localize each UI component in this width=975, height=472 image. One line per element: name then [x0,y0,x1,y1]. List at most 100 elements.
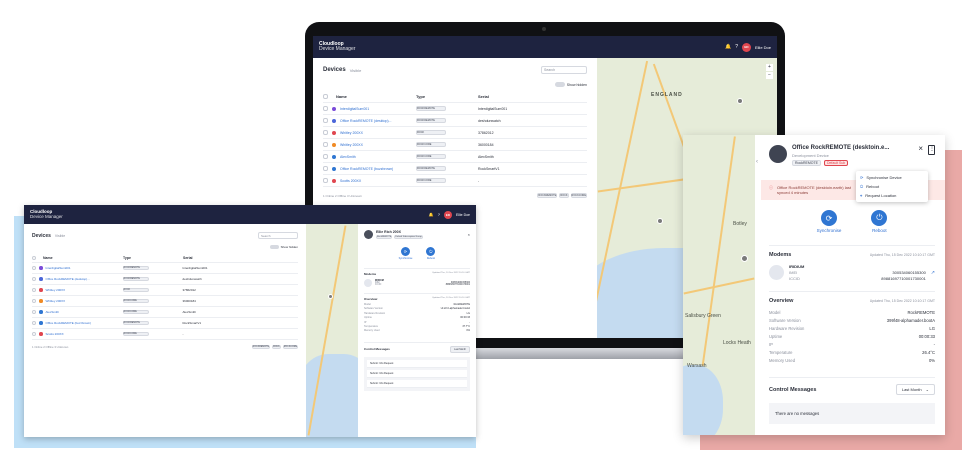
filter-button[interactable]: ROCKCORE [570,193,587,198]
menu-item-synchronise[interactable]: ⟳ Synchronise Device [856,173,928,182]
period-select[interactable]: Last Month [450,345,470,353]
user-name[interactable]: Ellie Doe [755,45,771,50]
help-icon[interactable]: ? [438,212,440,217]
search-input[interactable]: Search [258,232,298,239]
zoom-in-button[interactable]: + [766,64,773,71]
page-subtitle: Visible [349,67,362,73]
table-row[interactable]: Office RockREMOTE (desktop)... ROCKREMOTE… [323,115,587,127]
table-header: Name Type Serial [32,253,298,263]
select-all-checkbox[interactable] [323,94,328,99]
map-pin[interactable] [741,255,748,262]
map-pin[interactable] [328,294,333,299]
synchronise-button[interactable]: ⟳ [820,210,837,226]
table-row[interactable]: AlexSmith ROCKCORE AlexSmith [323,151,587,163]
menu-item-reboot[interactable]: ⏻ Reboot [856,182,928,191]
filter-button[interactable]: ROCKREMOTE [251,345,271,349]
overview-list: Model RockREMOTE Software Version 399f48-a… [769,310,935,363]
modems-title: Modems [364,272,377,276]
list-item[interactable]: Submit: Info Request [367,379,467,388]
map-label-warsash: Warsash [687,363,707,369]
page-title: Devices [323,67,346,73]
select-all-checkbox[interactable] [32,255,36,260]
map-view[interactable] [306,224,358,437]
table-row[interactable]: Whitley 200XX ROCK 37862012 [32,285,298,296]
brand-logo[interactable]: Cloudloop Device Manager [30,209,63,219]
control-message-list: Submit: Info Request Submit: Info Reques… [364,356,470,391]
list-item[interactable]: Submit: Info Request [367,369,467,378]
group-tag[interactable]: Default Sub [823,160,849,166]
warning-icon: ⓘ [769,185,773,190]
table-row[interactable]: Whitley 200XX ROCKCORE 36000184 [323,139,587,151]
page-subtitle: Visible [54,233,66,238]
table-row[interactable]: Whitley 200XX ROCK 37862012 [323,127,587,139]
show-hidden-toggle[interactable] [269,245,279,249]
synchronise-button[interactable]: ⟳ [400,247,410,256]
modems-title: Modems [769,252,792,258]
reboot-button[interactable]: ⏻ [426,247,436,256]
menu-item-request-location[interactable]: ⌖ Request Location [856,191,928,200]
table-row[interactable]: InterdigitalSum001 ROCKREMOTE Interdigital… [32,263,298,274]
device-title: Office RockREMOTE (desktoin.e... [792,145,890,151]
user-name[interactable]: Ellie Doe [456,213,470,217]
router-icon [769,145,787,163]
zoom-out-button[interactable]: − [766,72,773,79]
sync-icon: ⟳ [860,175,864,180]
more-menu-button[interactable]: ⋮ [928,145,935,155]
map-pin[interactable] [737,98,743,104]
period-select[interactable]: Last Month ⌄ [895,384,935,395]
device-detail-panel: Ellie Rich 200X RockREMOTE Default Subsc… [358,224,476,437]
filter-button[interactable]: ROCKCORE [282,345,298,349]
search-input[interactable]: Search [541,66,587,74]
table-header: Name Type Serial [323,91,587,103]
device-title: Ellie Rich 200X [376,230,401,234]
external-link-icon[interactable]: ↗ [931,270,935,276]
device-table-laptop: InterdigitalSum001 ROCKREMOTE Interdigital… [323,103,587,187]
filter-button[interactable]: ROCK [559,193,569,198]
table-row[interactable]: Office RockREMOTE (buzzbrown) ROCKREMOTE R… [32,318,298,329]
control-messages-title: Control Messages [769,386,817,393]
device-subtitle: Development Device [792,153,829,158]
panel-back-chevron[interactable]: ‹ [756,159,758,165]
table-row[interactable]: Office RockREMOTE (buzzbrown) ROCKREMOTE R… [323,163,587,175]
bell-icon[interactable]: 🔔 [429,212,434,217]
table-row[interactable]: AlexSmith ROCKCORE AlexSmith [32,307,298,318]
table-row[interactable]: Scotts 200XX ROCKCORE - [32,329,298,340]
show-hidden-toggle[interactable] [554,82,565,87]
avatar[interactable]: ED [443,210,452,219]
map-view[interactable]: Botley Salisbury Green Warsash [683,135,755,435]
satellite-icon [364,279,372,287]
map-pin[interactable] [657,218,663,224]
table-row[interactable]: InterdigitalSum001 ROCKREMOTE Interdigital… [323,103,587,115]
close-icon[interactable]: × [918,145,923,153]
group-tag[interactable]: Default Subscription Group [394,235,423,239]
reboot-button[interactable]: ⏻ [871,210,888,226]
device-detail-panel: Office RockREMOTE (desktoin.e... Develop… [761,135,945,435]
app-header: Cloudloop Device Manager 🔔 ? ED Ellie Do… [24,205,476,224]
laptop-camera [542,27,546,31]
help-icon[interactable]: ? [735,44,738,50]
type-tag: RockREMOTE [376,235,393,239]
app-header: Cloudloop Device Manager 🔔 ? ED Ellie Do… [313,36,777,58]
brand-logo[interactable]: Cloudloop Device Manager [319,42,355,52]
right-window: Botley Salisbury Green Warsash Locks Hea… [683,135,945,435]
table-row[interactable]: Office RockREMOTE (desktop)... ROCKREMOTE… [32,274,298,285]
location-icon: ⌖ [860,193,863,198]
bell-icon[interactable]: 🔔 [725,44,731,50]
table-row[interactable]: Scotts 200XX ROCKCORE - [323,175,587,187]
empty-messages: There are no messages [769,403,935,424]
power-icon: ⏻ [860,184,864,189]
actions-menu: ⟳ Synchronise Device ⏻ Reboot ⌖ Request Loc… [856,171,928,202]
devices-panel: Devices Visible Search Show hidden Name … [24,224,306,437]
map-label-england: ENGLAND [651,92,683,98]
list-item[interactable]: Submit: Info Request [367,359,467,368]
map-label-salisbury-green: Salisbury Green [685,313,721,319]
status-legend: 1 Online 2 Offline 3 Unknown [32,345,69,349]
filter-button[interactable]: ROCK [272,345,281,349]
table-row[interactable]: Whitley 200XX ROCKCORE 36000184 [32,296,298,307]
left-window: Cloudloop Device Manager 🔔 ? ED Ellie Do… [24,205,476,437]
close-icon[interactable]: × [468,232,470,237]
satellite-icon [769,265,784,280]
avatar[interactable]: ED [741,42,751,52]
filter-button[interactable]: ROCKREMOTE [537,193,558,198]
control-messages-title: Control Messages [364,347,390,352]
